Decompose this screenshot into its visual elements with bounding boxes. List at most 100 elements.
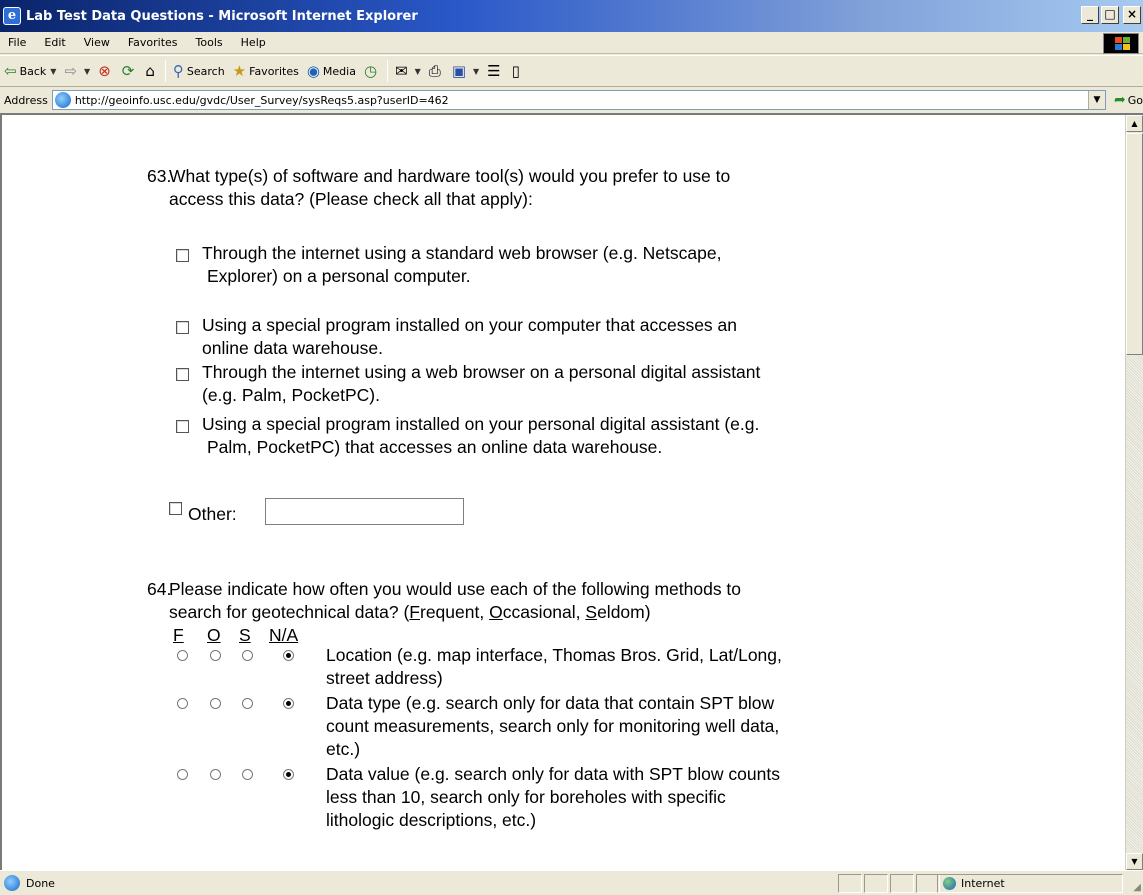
back-button[interactable]: ⇦ Back ▼: [0, 58, 60, 84]
vertical-scrollbar[interactable]: ▲ ▼: [1125, 115, 1143, 870]
mail-icon: ✉: [395, 62, 408, 80]
scroll-thumb[interactable]: [1126, 133, 1143, 355]
media-label: Media: [322, 64, 356, 78]
window-title: Lab Test Data Questions - Microsoft Inte…: [26, 8, 418, 24]
seldom-rest: eldom): [597, 602, 651, 622]
resize-grip-icon[interactable]: ◢: [1133, 882, 1141, 893]
status-pane: [838, 874, 862, 893]
method-label: less than 10, search only for boreholes …: [326, 787, 726, 807]
close-button[interactable]: ×: [1123, 6, 1141, 24]
print-icon: ⎙: [428, 62, 441, 80]
option-checkbox[interactable]: [176, 420, 189, 433]
security-zone: Internet: [937, 874, 1123, 893]
radio-frequent[interactable]: [177, 769, 188, 780]
radio-occasional[interactable]: [210, 698, 221, 709]
page-icon: [54, 92, 71, 108]
option-checkbox[interactable]: [176, 249, 189, 262]
occasional-rest: ccasional,: [502, 602, 586, 622]
menu-view[interactable]: View: [75, 36, 119, 49]
discuss-button[interactable]: ☰: [483, 58, 507, 84]
address-url: http://geoinfo.usc.edu/gvdc/User_Survey/…: [74, 93, 449, 107]
scroll-up-button[interactable]: ▲: [1126, 115, 1143, 132]
q64-line2-text: search for geotechnical data? (: [169, 602, 410, 622]
toolbar-separator: [387, 60, 389, 82]
home-button[interactable]: ⌂: [141, 58, 162, 84]
status-pane: [864, 874, 888, 893]
address-bar: Address http://geoinfo.usc.edu/gvdc/User…: [0, 88, 1143, 112]
q63-line1: What type(s) of software and hardware to…: [169, 166, 731, 186]
column-header-na: N/A: [269, 625, 299, 645]
search-icon: ⚲: [172, 62, 184, 80]
radio-na[interactable]: [283, 769, 294, 780]
option-label: Explorer) on a personal computer.: [207, 266, 471, 286]
other-checkbox[interactable]: [169, 502, 182, 515]
radio-frequent[interactable]: [177, 650, 188, 661]
option-checkbox[interactable]: [176, 368, 189, 381]
menu-favorites[interactable]: Favorites: [119, 36, 187, 49]
q64-number: 64.: [147, 579, 172, 599]
search-button[interactable]: ⚲ Search: [169, 58, 229, 84]
minimize-button[interactable]: _: [1081, 6, 1099, 24]
favorites-label: Favorites: [249, 64, 299, 78]
chevron-down-icon[interactable]: ▼: [473, 67, 479, 76]
media-icon: ◉: [306, 62, 320, 80]
windows-logo-icon: [1103, 33, 1139, 54]
radio-occasional[interactable]: [210, 650, 221, 661]
back-arrow-icon: ⇦: [4, 62, 17, 80]
history-button[interactable]: ◷: [360, 58, 384, 84]
frequent-key: F: [409, 602, 420, 622]
menu-edit[interactable]: Edit: [35, 36, 74, 49]
address-dropdown-icon[interactable]: ▼: [1088, 91, 1105, 109]
page-content: 63. What type(s) of software and hardwar…: [0, 113, 1143, 870]
scroll-down-button[interactable]: ▼: [1126, 853, 1143, 870]
edit-button[interactable]: ▣ ▼: [448, 58, 483, 84]
radio-seldom[interactable]: [242, 698, 253, 709]
refresh-button[interactable]: ⟳: [118, 58, 142, 84]
home-icon: ⌂: [145, 62, 155, 80]
stop-button[interactable]: ⊗: [94, 58, 118, 84]
other-text-input[interactable]: [265, 498, 464, 525]
address-input[interactable]: http://geoinfo.usc.edu/gvdc/User_Survey/…: [51, 90, 1106, 110]
window-controls: _ □ ×: [1081, 6, 1141, 24]
forward-button[interactable]: ⇨ ▼: [60, 58, 94, 84]
search-label: Search: [186, 64, 225, 78]
forward-arrow-icon: ⇨: [64, 62, 78, 80]
mail-button[interactable]: ✉ ▼: [391, 58, 425, 84]
menu-help[interactable]: Help: [232, 36, 275, 49]
go-arrow-icon: ➦: [1114, 92, 1126, 108]
media-button[interactable]: ◉ Media: [303, 58, 360, 84]
radio-occasional[interactable]: [210, 769, 221, 780]
option-checkbox[interactable]: [176, 321, 189, 334]
q64-line1: Please indicate how often you would use …: [169, 579, 742, 599]
occasional-key: O: [489, 602, 503, 622]
chevron-down-icon[interactable]: ▼: [84, 67, 90, 76]
go-button[interactable]: ➦ Go: [1114, 92, 1143, 108]
print-button[interactable]: ⎙: [425, 58, 448, 84]
favorites-icon: ★: [232, 62, 247, 80]
radio-frequent[interactable]: [177, 698, 188, 709]
refresh-icon: ⟳: [121, 62, 135, 80]
chevron-down-icon[interactable]: ▼: [50, 67, 56, 76]
q63-number: 63.: [147, 166, 172, 186]
favorites-button[interactable]: ★ Favorites: [229, 58, 303, 84]
status-pane: [890, 874, 914, 893]
other-label: Other:: [188, 504, 237, 524]
messenger-button[interactable]: ▯: [508, 58, 527, 84]
radio-seldom[interactable]: [242, 650, 253, 661]
radio-na[interactable]: [283, 698, 294, 709]
q64-line2: search for geotechnical data? (Frequent,…: [169, 602, 651, 623]
history-icon: ◷: [363, 62, 378, 80]
option-label: online data warehouse.: [202, 338, 383, 358]
status-text: Done: [26, 876, 55, 890]
radio-na[interactable]: [283, 650, 294, 661]
method-label: lithologic descriptions, etc.): [326, 810, 537, 830]
frequent-rest: requent,: [420, 602, 490, 622]
maximize-button[interactable]: □: [1101, 6, 1119, 24]
back-label: Back: [19, 64, 47, 78]
menu-tools[interactable]: Tools: [187, 36, 232, 49]
radio-seldom[interactable]: [242, 769, 253, 780]
title-bar: e Lab Test Data Questions - Microsoft In…: [0, 0, 1143, 32]
option-label: Through the internet using a web browser…: [202, 362, 761, 382]
menu-file[interactable]: File: [0, 36, 35, 49]
chevron-down-icon[interactable]: ▼: [415, 67, 421, 76]
